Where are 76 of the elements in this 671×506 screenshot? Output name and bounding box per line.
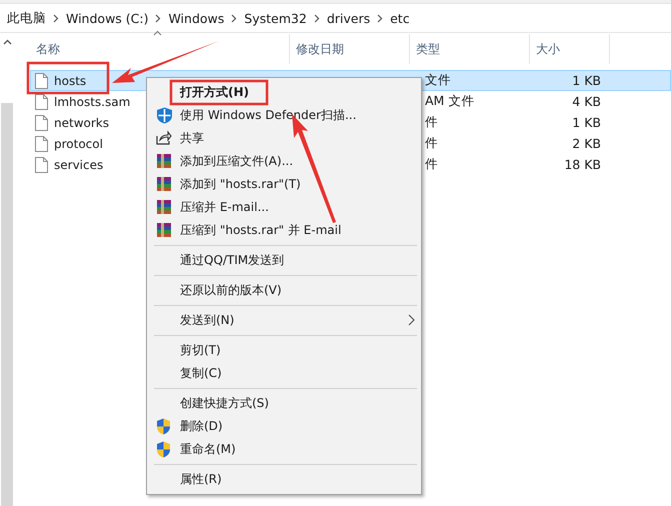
file-name[interactable]: lmhosts.sam — [54, 94, 130, 108]
file-icon — [35, 136, 48, 152]
menu-item[interactable]: 创建快捷方式(S) — [149, 392, 419, 415]
file-type: 件 — [424, 114, 439, 131]
file-type: 件 — [424, 156, 439, 173]
file-size: 2 KB — [571, 136, 601, 151]
menu-item[interactable]: 复制(C) — [149, 362, 419, 385]
shield-icon — [156, 418, 171, 435]
file-type: 件 — [424, 135, 439, 152]
menu-label: 发送到(N) — [180, 312, 234, 329]
menu-label: 压缩并 E-mail... — [180, 199, 269, 216]
menu-label: 剪切(T) — [180, 342, 221, 359]
menu-label: 删除(D) — [180, 418, 223, 435]
scrollbar-thumb[interactable] — [1, 103, 13, 506]
menu-label: 添加到压缩文件(A)... — [180, 153, 294, 170]
menu-label: 使用 Windows Defender扫描... — [180, 107, 356, 124]
menu-item[interactable]: 属性(R) — [149, 468, 419, 491]
breadcrumb-item[interactable]: Windows — [168, 10, 224, 26]
chevron-icon — [53, 14, 59, 22]
menu-item[interactable]: 压缩并 E-mail... — [149, 196, 419, 219]
chevron-icon — [377, 14, 384, 22]
menu-item[interactable]: 删除(D) — [149, 415, 419, 438]
file-type: 文件 — [424, 72, 452, 89]
menu-item[interactable]: 压缩到 "hosts.rar" 并 E-mail — [149, 219, 419, 242]
menu-item[interactable]: 发送到(N) — [149, 309, 419, 332]
file-name[interactable]: services — [54, 158, 104, 172]
file-name[interactable]: networks — [54, 116, 109, 130]
file-size: 1 KB — [571, 73, 601, 88]
menu-item[interactable]: 通过QQ/TIM发送到 — [149, 249, 419, 272]
menu-label: 压缩到 "hosts.rar" 并 E-mail — [180, 222, 342, 239]
breadcrumb-item[interactable]: System32 — [244, 10, 307, 26]
chevron-icon — [314, 14, 320, 22]
menu-item[interactable]: 打开方式(H) — [149, 81, 419, 104]
menu-label: 还原以前的版本(V) — [180, 282, 282, 299]
file-name[interactable]: protocol — [54, 136, 103, 150]
menu-label: 复制(C) — [180, 365, 222, 382]
file-icon — [35, 72, 48, 88]
menu-item[interactable]: 重命名(M) — [149, 438, 419, 461]
column-header[interactable]: 大小 — [530, 34, 610, 64]
menu-label: 属性(R) — [180, 471, 222, 488]
shield-icon — [156, 107, 173, 124]
menu-label: 共享 — [180, 130, 204, 147]
file-name[interactable]: hosts — [54, 74, 86, 88]
share-icon — [156, 130, 172, 145]
menu-item[interactable]: 还原以前的版本(V) — [149, 279, 419, 302]
books-stack-icon — [156, 199, 172, 215]
menu-item[interactable]: 剪切(T) — [149, 339, 419, 362]
menu-item[interactable]: 共享 — [149, 127, 419, 150]
column-header[interactable]: 类型 — [410, 34, 530, 64]
file-icon — [35, 156, 48, 172]
books-stack-icon — [156, 176, 172, 192]
file-size: 4 KB — [571, 94, 601, 109]
breadcrumb-item[interactable]: etc — [390, 10, 410, 26]
menu-item[interactable]: 添加到 "hosts.rar"(T) — [149, 173, 419, 196]
file-size: 18 KB — [563, 157, 601, 172]
file-icon — [35, 94, 48, 110]
menu-label: 重命名(M) — [180, 441, 236, 458]
breadcrumb-item[interactable]: drivers — [326, 10, 370, 26]
books-stack-icon — [156, 153, 172, 169]
menu-label: 创建快捷方式(S) — [180, 395, 269, 412]
column-header[interactable]: 修改日期 — [290, 34, 410, 64]
chevron-icon — [231, 14, 238, 22]
breadcrumb-item[interactable]: 此电脑 — [7, 10, 46, 26]
books-stack-icon — [156, 222, 172, 238]
scroll-up-icon[interactable] — [2, 39, 12, 45]
menu-label: 打开方式(H) — [180, 84, 250, 101]
menu-item[interactable]: 添加到压缩文件(A)... — [149, 150, 419, 173]
menu-label: 添加到 "hosts.rar"(T) — [180, 176, 301, 193]
file-size: 1 KB — [571, 115, 601, 130]
shield-icon — [156, 441, 171, 458]
breadcrumb-item[interactable]: Windows (C:) — [66, 10, 148, 26]
menu-item[interactable]: 使用 Windows Defender扫描... — [149, 104, 419, 127]
file-type: AM 文件 — [424, 93, 476, 110]
menu-label: 通过QQ/TIM发送到 — [180, 252, 284, 269]
chevron-icon — [155, 14, 162, 22]
file-icon — [35, 114, 48, 130]
